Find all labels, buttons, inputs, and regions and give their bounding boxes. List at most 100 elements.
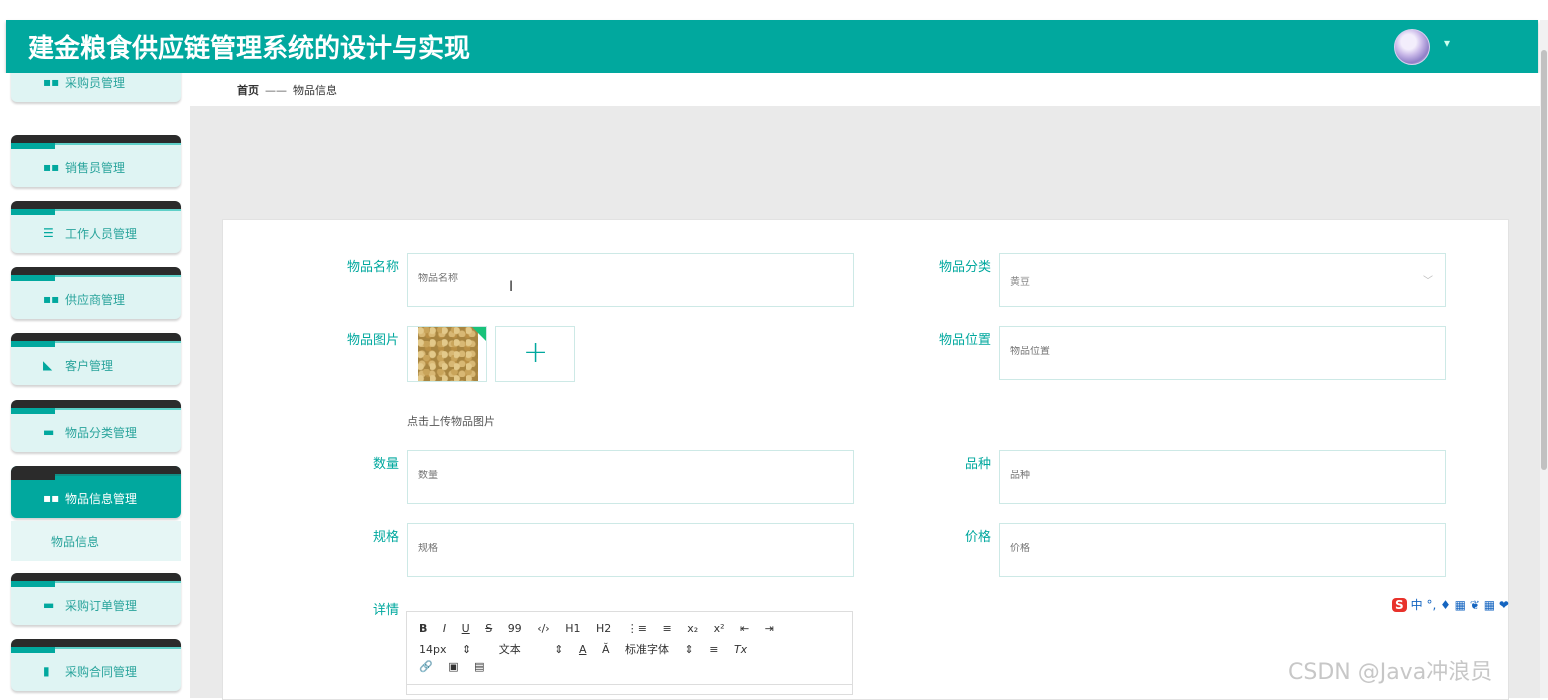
- menu-decoration: [11, 143, 55, 149]
- underline-button[interactable]: U: [462, 622, 470, 635]
- sidebar-item-purchaser[interactable]: ▪▪ 采购员管理: [11, 73, 181, 102]
- submenu-item-goods-info[interactable]: 物品信息: [11, 521, 181, 561]
- app-title: 建金粮食供应链管理系统的设计与实现: [28, 34, 471, 64]
- grid-icon: ▪▪: [43, 75, 60, 89]
- menu-decoration: [11, 474, 55, 480]
- header-select[interactable]: 文本: [499, 641, 521, 657]
- italic-button[interactable]: I: [443, 622, 446, 635]
- sidebar-item-customer[interactable]: ◣ 客户管理: [11, 333, 181, 385]
- blockquote-button[interactable]: 99: [508, 622, 522, 635]
- spec-field[interactable]: [407, 523, 854, 577]
- menu-decoration: [11, 333, 181, 341]
- sidebar-item-purchase-contract[interactable]: ▮ 采购合同管理: [11, 639, 181, 691]
- header-arrows-icon: ⇕: [554, 643, 564, 656]
- code-button[interactable]: ‹/›: [537, 622, 550, 635]
- indent-button[interactable]: ⇥: [765, 622, 774, 635]
- plus-icon: +: [523, 335, 549, 370]
- breadcrumb-current: 物品信息: [293, 84, 337, 97]
- spec-input[interactable]: [418, 543, 798, 554]
- font-family-select[interactable]: 标准字体: [625, 641, 669, 657]
- soybean-image: [418, 327, 478, 381]
- category-label: 物品分类: [938, 260, 991, 275]
- sidebar-item-supplier[interactable]: ▪▪ 供应商管理: [11, 267, 181, 319]
- name-input[interactable]: [418, 273, 798, 284]
- strike-button[interactable]: S: [485, 622, 492, 635]
- video-icon[interactable]: ▤: [474, 660, 484, 673]
- menu-decoration: [55, 143, 181, 145]
- user-avatar[interactable]: [1394, 29, 1430, 65]
- chevron-down-icon[interactable]: ▾: [1444, 36, 1450, 50]
- align-button[interactable]: ≡: [709, 643, 718, 656]
- menu-decoration: [55, 408, 181, 410]
- document-icon: ▮: [43, 664, 50, 678]
- watermark: CSDN @Java冲浪员: [1288, 660, 1493, 685]
- menu-decoration: [11, 267, 181, 275]
- link-icon[interactable]: 🔗: [419, 660, 433, 673]
- outdent-button[interactable]: ⇤: [740, 622, 749, 635]
- h2-button[interactable]: H2: [596, 622, 611, 635]
- quantity-label: 数量: [372, 457, 399, 472]
- scrollbar-thumb[interactable]: [1541, 50, 1547, 470]
- category-value: 黄豆: [1010, 277, 1030, 288]
- price-field[interactable]: [999, 523, 1446, 577]
- location-field[interactable]: [999, 326, 1446, 380]
- uploaded-image[interactable]: [407, 326, 487, 382]
- sidebar-item-category[interactable]: ▬ 物品分类管理: [11, 400, 181, 452]
- sidebar-item-purchase-order[interactable]: ▬ 采购订单管理: [11, 573, 181, 625]
- background-color-button[interactable]: Ă: [602, 643, 610, 656]
- sidebar-item-salesperson[interactable]: ▪▪ 销售员管理: [11, 135, 181, 187]
- menu-decoration: [11, 639, 181, 647]
- sidebar-item-label: 采购合同管理: [65, 665, 138, 679]
- ime-tools[interactable]: 中 °, ♦ ▦ ❦ ▦ ❤: [1411, 598, 1509, 612]
- category-select[interactable]: 黄豆 ﹀: [999, 253, 1446, 307]
- superscript-button[interactable]: x²: [714, 622, 725, 635]
- main-content: 物品名称 I 物品分类 黄豆 ﹀ 物品图片 + 物品位置 点击上传物品图片 数量…: [190, 106, 1540, 700]
- breadcrumb-home[interactable]: 首页: [237, 84, 259, 97]
- image-hint: 点击上传物品图片: [407, 415, 495, 428]
- menu-decoration: [55, 474, 181, 476]
- font-size-select[interactable]: 14px: [419, 643, 447, 656]
- editor-toolbar-row-3: 🔗 ▣ ▤: [419, 660, 497, 673]
- bullet-list-button[interactable]: ≡: [662, 622, 671, 635]
- spec-label: 规格: [372, 530, 399, 545]
- subscript-button[interactable]: x₂: [687, 622, 698, 635]
- clear-format-button[interactable]: Tx: [734, 643, 747, 656]
- h1-button[interactable]: H1: [565, 622, 580, 635]
- bold-button[interactable]: B: [419, 622, 427, 635]
- sidebar: ▪▪ 采购员管理 ▪▪ 销售员管理 ☰ 工作人员管理 ▪▪ 供应商管理 ◣ 客户…: [0, 73, 190, 698]
- briefcase-icon: ▬: [43, 425, 55, 439]
- sidebar-item-goods[interactable]: ▪▪ 物品信息管理: [11, 466, 181, 518]
- font-color-button[interactable]: A: [579, 643, 587, 656]
- breadcrumb-separator: ——: [265, 84, 287, 97]
- editor-toolbar-row-2: 14px ⇕ 文本 ⇕ A Ă 标准字体 ⇕ ≡ Tx: [419, 641, 759, 657]
- upload-success-badge: [472, 327, 486, 341]
- ime-toolbar[interactable]: S 中 °, ♦ ▦ ❦ ▦ ❤: [1392, 596, 1548, 616]
- image-icon[interactable]: ▣: [448, 660, 458, 673]
- price-input[interactable]: [1010, 543, 1390, 554]
- rich-text-editor[interactable]: B I U S 99 ‹/› H1 H2 ⋮≡ ≡ x₂ x² ⇤ ⇥ 14px…: [406, 611, 853, 695]
- menu-decoration: [55, 341, 181, 343]
- upload-button[interactable]: +: [495, 326, 575, 382]
- price-label: 价格: [964, 530, 991, 545]
- menu-decoration: [55, 275, 181, 277]
- sidebar-item-label: 采购订单管理: [65, 599, 138, 613]
- menu-decoration: [11, 581, 55, 587]
- breadcrumb: 首页 —— 物品信息: [190, 73, 1540, 106]
- quantity-input[interactable]: [418, 470, 798, 481]
- submenu-item-label: 物品信息: [51, 535, 100, 549]
- name-field[interactable]: I: [407, 253, 854, 307]
- menu-decoration: [11, 408, 55, 414]
- variety-input[interactable]: [1010, 470, 1390, 481]
- font-family-arrows-icon: ⇕: [684, 643, 694, 656]
- variety-field[interactable]: [999, 450, 1446, 504]
- editor-divider: [407, 684, 852, 685]
- variety-label: 品种: [964, 457, 991, 472]
- sidebar-item-label: 客户管理: [65, 359, 114, 373]
- sidebar-item-staff[interactable]: ☰ 工作人员管理: [11, 201, 181, 253]
- ordered-list-button[interactable]: ⋮≡: [627, 622, 647, 635]
- location-input[interactable]: [1010, 346, 1390, 357]
- quantity-field[interactable]: [407, 450, 854, 504]
- sidebar-item-label: 工作人员管理: [65, 227, 138, 241]
- sogou-icon[interactable]: S: [1392, 598, 1407, 612]
- menu-decoration: [11, 275, 55, 281]
